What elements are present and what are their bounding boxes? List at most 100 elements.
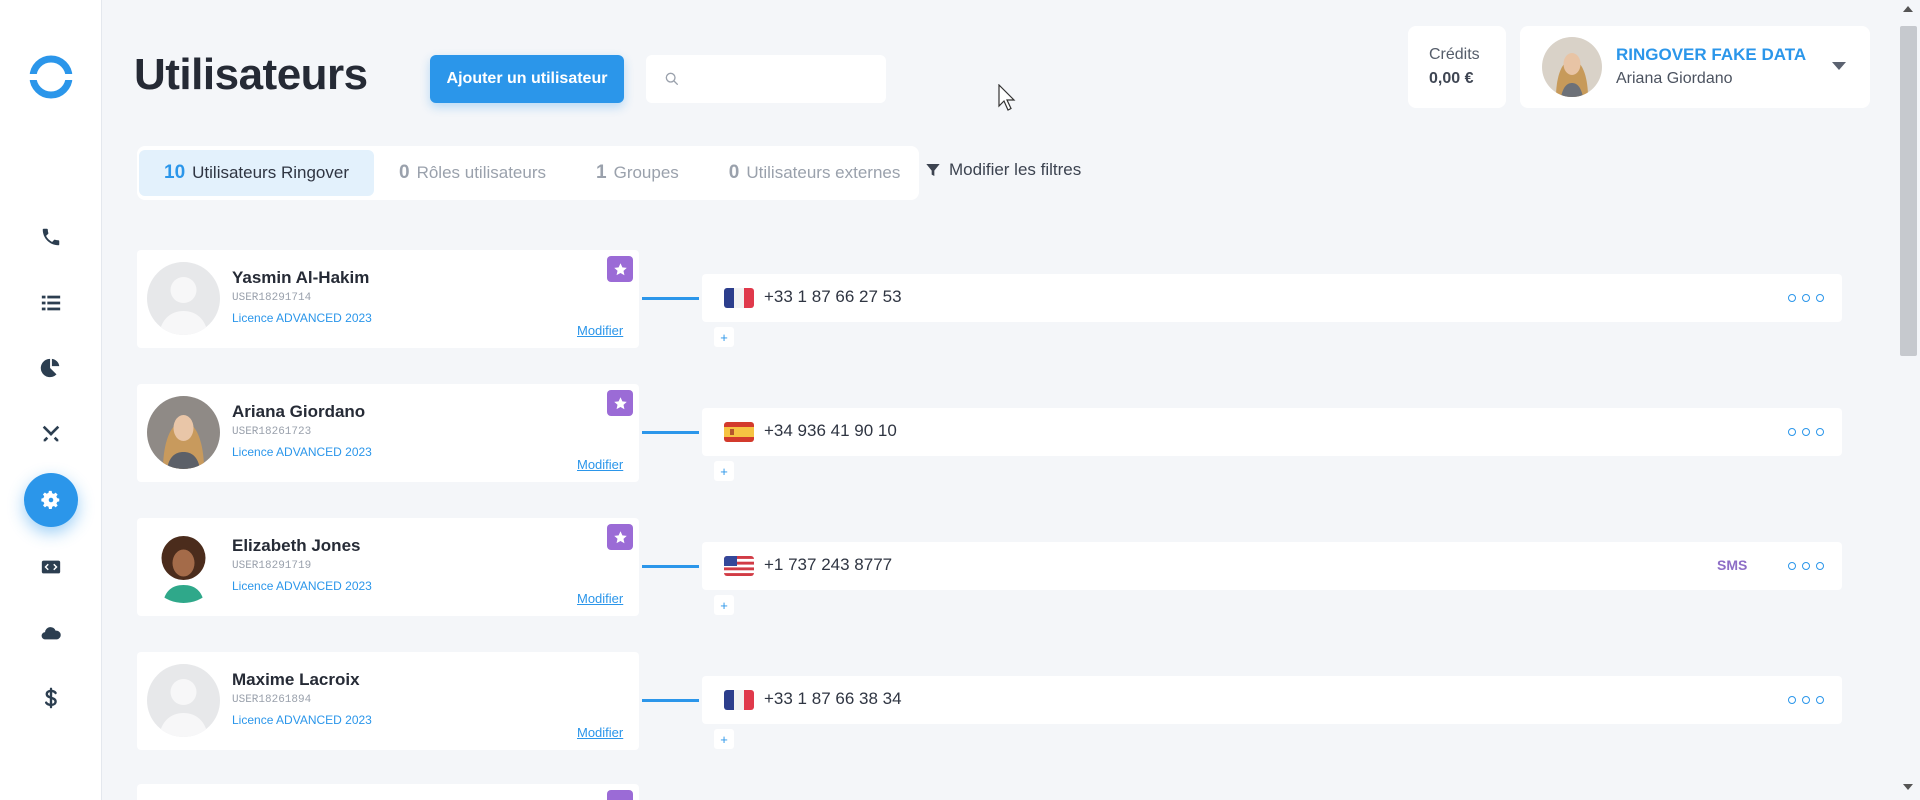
phone-number-row[interactable]: +1 737 243 8777 SMS	[702, 542, 1842, 590]
add-number-button[interactable]: +	[714, 461, 734, 481]
phone-icon	[42, 228, 60, 246]
add-number-button[interactable]: +	[714, 595, 734, 615]
credits-panel: Crédits 0,00 €	[1408, 26, 1506, 108]
tab-ringover-users[interactable]: 10 Utilisateurs Ringover	[139, 150, 374, 196]
tab-label: Groupes	[613, 163, 679, 182]
filter-icon	[926, 164, 940, 176]
edit-user-link[interactable]: Modifier	[577, 725, 623, 740]
user-name: Maxime Lacroix	[232, 670, 360, 689]
star-icon	[613, 530, 627, 543]
user-id: USER18261894	[232, 694, 312, 706]
flag-france-icon	[724, 690, 754, 710]
phone-number: +33 1 87 66 38 34	[764, 689, 902, 708]
list-icon	[41, 295, 61, 311]
star-badge[interactable]	[607, 524, 633, 550]
star-badge[interactable]	[607, 390, 633, 416]
account-org: RINGOVER FAKE DATA	[1616, 45, 1807, 64]
avatar	[147, 664, 220, 737]
tab-label: Rôles utilisateurs	[416, 163, 547, 182]
more-options-icon[interactable]	[1788, 556, 1824, 576]
account-menu[interactable]: RINGOVER FAKE DATA Ariana Giordano	[1520, 26, 1870, 108]
link-connector	[642, 297, 699, 300]
avatar	[147, 396, 220, 469]
scrollbar-thumb[interactable]	[1900, 26, 1917, 356]
credits-label: Crédits	[1429, 46, 1480, 63]
more-options-icon[interactable]	[1788, 288, 1824, 308]
code-icon	[41, 560, 61, 574]
flag-spain-icon	[724, 422, 754, 442]
chevron-down-icon[interactable]	[1832, 62, 1846, 70]
user-licence[interactable]: Licence ADVANCED 2023	[232, 713, 372, 727]
user-id: USER18291719	[232, 560, 312, 572]
nav-statistics[interactable]	[24, 341, 78, 395]
account-user: Ariana Giordano	[1616, 70, 1733, 87]
tools-icon	[42, 425, 60, 442]
star-badge[interactable]	[607, 256, 633, 282]
flag-france-icon	[724, 288, 754, 308]
scroll-up-arrow-icon[interactable]	[1903, 6, 1913, 12]
add-number-button[interactable]: +	[714, 729, 734, 749]
nav-billing[interactable]	[24, 671, 78, 725]
tab-label: Utilisateurs externes	[746, 163, 901, 182]
star-icon	[613, 262, 627, 275]
user-licence[interactable]: Licence ADVANCED 2023	[232, 579, 372, 593]
tab-external-users[interactable]: 0 Utilisateurs externes	[704, 150, 926, 196]
phone-number: +1 737 243 8777	[764, 555, 893, 574]
nav-cloud[interactable]	[24, 606, 78, 660]
nav-list[interactable]	[24, 276, 78, 330]
nav-calls[interactable]	[24, 210, 78, 264]
tab-label: Utilisateurs Ringover	[192, 163, 349, 182]
user-card[interactable]: Maxime Lacroix USER18261894 Licence ADVA…	[137, 652, 639, 750]
user-card[interactable]	[137, 784, 639, 800]
edit-user-link[interactable]: Modifier	[577, 591, 623, 606]
scroll-down-arrow-icon[interactable]	[1903, 784, 1913, 790]
search-input[interactable]	[690, 70, 880, 88]
settings-icon	[41, 490, 60, 509]
pie-chart-icon	[40, 358, 60, 378]
sms-badge[interactable]: SMS	[1717, 557, 1747, 573]
credits-value: 0,00 €	[1429, 70, 1474, 87]
user-card[interactable]: Ariana Giordano USER18261723 Licence ADV…	[137, 384, 639, 482]
add-user-button[interactable]: Ajouter un utilisateur	[430, 55, 624, 103]
user-tabs: 10 Utilisateurs Ringover 0 Rôles utilisa…	[137, 146, 919, 200]
search-box[interactable]	[646, 55, 886, 103]
user-name: Ariana Giordano	[232, 402, 366, 421]
tab-count: 0	[398, 162, 410, 183]
user-id: USER18261723	[232, 426, 312, 438]
user-card[interactable]: Elizabeth Jones USER18291719 Licence ADV…	[137, 518, 639, 616]
edit-user-link[interactable]: Modifier	[577, 323, 623, 338]
more-options-icon[interactable]	[1788, 690, 1824, 710]
search-icon	[665, 72, 678, 85]
ringover-logo[interactable]	[28, 54, 74, 100]
link-connector	[642, 431, 699, 434]
mouse-cursor-icon	[998, 84, 1016, 111]
sidebar	[0, 0, 102, 800]
user-name: Yasmin Al-Hakim	[232, 268, 370, 287]
edit-filters-button[interactable]: Modifier les filtres	[925, 160, 1081, 180]
edit-user-link[interactable]: Modifier	[577, 457, 623, 472]
nav-developer[interactable]	[24, 540, 78, 594]
star-badge[interactable]	[607, 790, 633, 800]
phone-number: +34 936 41 90 10	[764, 421, 897, 440]
nav-tools[interactable]	[24, 407, 78, 461]
link-connector	[642, 699, 699, 702]
avatar	[147, 262, 220, 335]
add-number-button[interactable]: +	[714, 327, 734, 347]
phone-number-row[interactable]: +33 1 87 66 27 53	[702, 274, 1842, 322]
user-name: Elizabeth Jones	[232, 536, 361, 555]
user-licence[interactable]: Licence ADVANCED 2023	[232, 445, 372, 459]
tab-count: 10	[164, 162, 186, 183]
user-card[interactable]: Yasmin Al-Hakim USER18291714 Licence ADV…	[137, 250, 639, 348]
star-icon	[613, 396, 627, 409]
more-options-icon[interactable]	[1788, 422, 1824, 442]
user-licence[interactable]: Licence ADVANCED 2023	[232, 311, 372, 325]
tab-groups[interactable]: 1 Groupes	[571, 150, 704, 196]
flag-usa-icon	[724, 556, 754, 576]
dollar-icon	[44, 687, 57, 709]
phone-number: +33 1 87 66 27 53	[764, 287, 902, 306]
phone-number-row[interactable]: +33 1 87 66 38 34	[702, 676, 1842, 724]
nav-settings[interactable]	[24, 473, 78, 527]
phone-number-row[interactable]: +34 936 41 90 10	[702, 408, 1842, 456]
page-title: Utilisateurs	[134, 50, 368, 99]
tab-user-roles[interactable]: 0 Rôles utilisateurs	[374, 150, 571, 196]
